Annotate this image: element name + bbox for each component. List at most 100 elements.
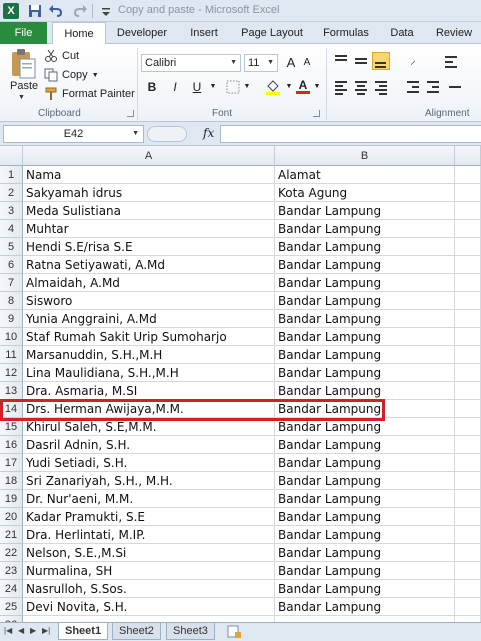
cell-b[interactable]: Bandar Lampung (275, 364, 455, 382)
font-launcher-icon[interactable] (313, 110, 320, 117)
orientation-icon[interactable]: ⸝ (404, 52, 422, 70)
cell-c[interactable] (455, 418, 481, 436)
excel-logo-icon[interactable]: X (3, 3, 19, 19)
row-header[interactable]: 7 (0, 274, 23, 292)
grow-font-button[interactable]: A (284, 54, 298, 72)
column-header-c[interactable] (455, 146, 481, 166)
cell-a[interactable]: Devi Novita, S.H. (23, 598, 275, 616)
cell-a[interactable]: Sisworo (23, 292, 275, 310)
cell-b[interactable]: Kota Agung (275, 184, 455, 202)
customize-quick-access-icon[interactable] (98, 3, 114, 19)
formula-bar-splitter[interactable] (147, 126, 187, 142)
cell-c[interactable] (455, 274, 481, 292)
align-middle-icon[interactable] (352, 52, 370, 70)
row-header[interactable]: 16 (0, 436, 23, 454)
row-header[interactable]: 25 (0, 598, 23, 616)
cell-c[interactable] (455, 238, 481, 256)
cell-a[interactable]: Nama (23, 166, 275, 184)
cell-a[interactable]: Marsanuddin, S.H.,M.H (23, 346, 275, 364)
redo-icon[interactable] (72, 3, 88, 19)
cell-b[interactable]: Bandar Lampung (275, 490, 455, 508)
cell-b[interactable]: Bandar Lampung (275, 580, 455, 598)
font-name-box[interactable]: Calibri ▼ (141, 54, 241, 72)
row-header[interactable]: 2 (0, 184, 23, 202)
cell-c[interactable] (455, 346, 481, 364)
row-header[interactable]: 4 (0, 220, 23, 238)
fill-color-dropdown-icon[interactable]: ▼ (284, 78, 294, 96)
cell-c[interactable] (455, 472, 481, 490)
underline-button[interactable]: U (190, 78, 204, 96)
last-sheet-icon[interactable]: ▶| (42, 626, 50, 635)
column-header-b[interactable]: B (275, 146, 455, 166)
column-header-a[interactable]: A (23, 146, 275, 166)
row-header[interactable]: 24 (0, 580, 23, 598)
cell-b[interactable]: Bandar Lampung (275, 202, 455, 220)
cell-b[interactable]: Bandar Lampung (275, 382, 455, 400)
cell-a[interactable]: Almaidah, A.Md (23, 274, 275, 292)
cell-b[interactable]: Alamat (275, 166, 455, 184)
first-sheet-icon[interactable]: |◀ (4, 626, 12, 635)
clipboard-launcher-icon[interactable] (127, 110, 134, 117)
row-header[interactable]: 23 (0, 562, 23, 580)
tab-review[interactable]: Review (430, 22, 478, 44)
increase-indent-icon[interactable] (424, 78, 442, 96)
cell-a[interactable]: Lina Maulidiana, S.H.,M.H (23, 364, 275, 382)
cell-a[interactable]: Yudi Setiadi, S.H. (23, 454, 275, 472)
cell-c[interactable] (455, 400, 481, 418)
cell-a[interactable]: Kadar Pramukti, S.E (23, 508, 275, 526)
tab-file[interactable]: File (0, 22, 47, 44)
cell-a[interactable]: Khirul Saleh, S.E,M.M. (23, 418, 275, 436)
cell-a[interactable]: Meda Sulistiana (23, 202, 275, 220)
cell-c[interactable] (455, 202, 481, 220)
cell-c[interactable] (455, 328, 481, 346)
cell-c[interactable] (455, 256, 481, 274)
cell-a[interactable]: Sri Zanariyah, S.H., M.H. (23, 472, 275, 490)
row-header[interactable]: 18 (0, 472, 23, 490)
font-color-dropdown-icon[interactable]: ▼ (312, 78, 322, 96)
tab-insert[interactable]: Insert (180, 22, 228, 44)
cell-c[interactable] (455, 382, 481, 400)
cell-a[interactable]: Muhtar (23, 220, 275, 238)
row-header[interactable]: 3 (0, 202, 23, 220)
cell-c[interactable] (455, 454, 481, 472)
cell-c[interactable] (455, 490, 481, 508)
cell-c[interactable] (455, 292, 481, 310)
cell-a[interactable]: Dra. Asmaria, M.SI (23, 382, 275, 400)
name-box[interactable]: E42 ▼ (3, 125, 144, 143)
merge-center-icon[interactable] (446, 78, 464, 96)
bold-button[interactable]: B (145, 78, 159, 96)
cell-b[interactable]: Bandar Lampung (275, 436, 455, 454)
cell-b[interactable]: Bandar Lampung (275, 400, 455, 418)
cell-b[interactable]: Bandar Lampung (275, 598, 455, 616)
sheet-tab-sheet1[interactable]: Sheet1 (58, 623, 109, 640)
formula-input[interactable] (220, 125, 481, 143)
cell-b[interactable]: Bandar Lampung (275, 274, 455, 292)
cell-a[interactable]: Nasrulloh, S.Sos. (23, 580, 275, 598)
undo-icon[interactable] (48, 3, 64, 19)
row-header[interactable]: 22 (0, 544, 23, 562)
row-header[interactable]: 5 (0, 238, 23, 256)
row-header[interactable]: 13 (0, 382, 23, 400)
copy-button[interactable]: Copy ▼ (44, 66, 99, 84)
align-bottom-icon[interactable] (372, 52, 390, 70)
tab-page-layout[interactable]: Page Layout (232, 22, 312, 44)
save-icon[interactable] (27, 3, 43, 19)
row-header[interactable]: 19 (0, 490, 23, 508)
row-header[interactable]: 15 (0, 418, 23, 436)
sheet-tab-sheet3[interactable]: Sheet3 (166, 623, 215, 640)
cell-c[interactable] (455, 562, 481, 580)
cell-a[interactable]: Yunia Anggraini, A.Md (23, 310, 275, 328)
cell-b[interactable]: Bandar Lampung (275, 508, 455, 526)
align-left-icon[interactable] (332, 78, 350, 96)
cell-c[interactable] (455, 166, 481, 184)
cell-a[interactable]: Ratna Setiyawati, A.Md (23, 256, 275, 274)
cell-b[interactable]: Bandar Lampung (275, 220, 455, 238)
row-header[interactable]: 6 (0, 256, 23, 274)
row-header[interactable]: 8 (0, 292, 23, 310)
row-header[interactable]: 21 (0, 526, 23, 544)
format-painter-button[interactable]: Format Painter (44, 85, 135, 103)
cell-a[interactable]: Dra. Herlintati, M.IP. (23, 526, 275, 544)
decrease-indent-icon[interactable] (404, 78, 422, 96)
copy-dropdown-icon[interactable]: ▼ (92, 72, 99, 79)
select-all-corner[interactable] (0, 146, 23, 166)
